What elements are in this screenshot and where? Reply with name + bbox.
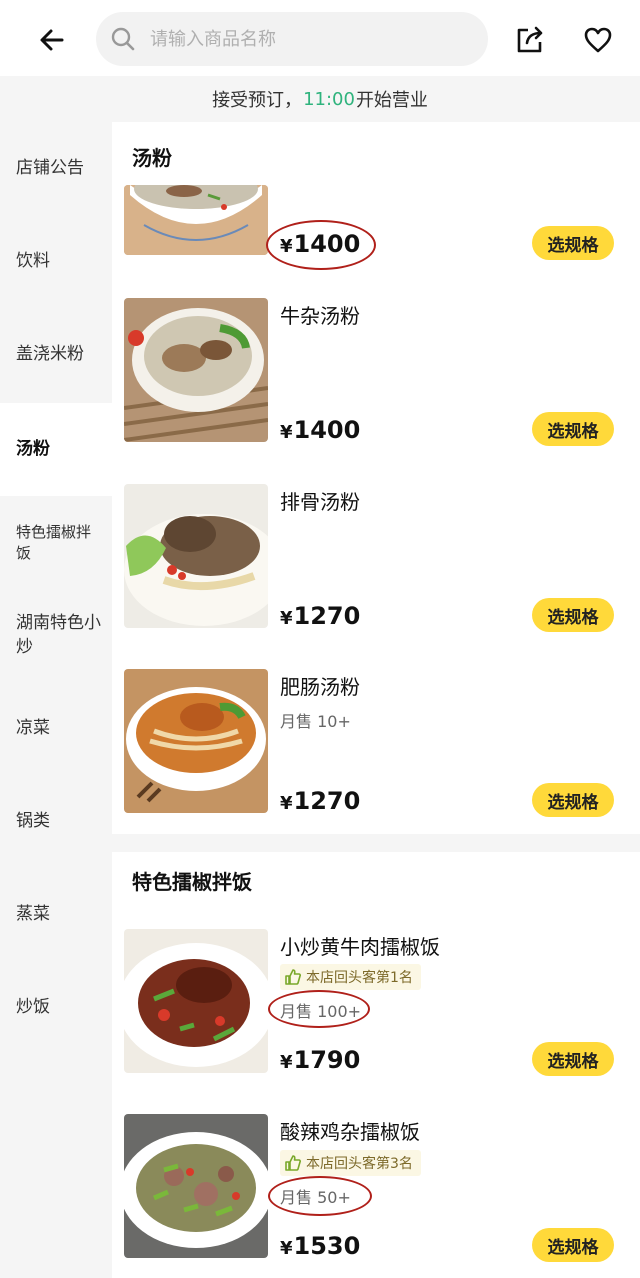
top-bar bbox=[0, 0, 640, 76]
notice-prefix: 接受预订， bbox=[212, 90, 303, 111]
sidebar-item-soup-noodles[interactable]: 汤粉 bbox=[0, 403, 112, 496]
sidebar-item-rice-noodle-topping[interactable]: 盖浇米粉 bbox=[0, 308, 112, 401]
search-bar[interactable] bbox=[96, 12, 488, 66]
sidebar-item-label: 凉菜 bbox=[16, 717, 50, 738]
category-sidebar: 店铺公告 饮料 盖浇米粉 汤粉 特色擂椒拌饭 湖南特色小炒 凉菜 锅类 蒸菜 炒… bbox=[0, 122, 112, 1278]
repeat-customer-badge: 本店回头客第1名 bbox=[280, 964, 421, 990]
sidebar-item-label: 炒饭 bbox=[16, 996, 50, 1017]
sidebar-item-steamed-dishes[interactable]: 蒸菜 bbox=[0, 868, 112, 961]
sidebar-item-announcement[interactable]: 店铺公告 bbox=[0, 122, 112, 215]
back-button[interactable] bbox=[30, 18, 74, 62]
sidebar-item-pepper-rice[interactable]: 特色擂椒拌饭 bbox=[0, 496, 112, 589]
business-hours-notice: 接受预订， 11:00 开始营业 bbox=[0, 76, 640, 122]
select-spec-button[interactable]: 选规格 bbox=[532, 1042, 614, 1076]
dish-price: ¥1530 bbox=[280, 1232, 361, 1260]
sidebar-item-drinks[interactable]: 饮料 bbox=[0, 215, 112, 308]
dish-image[interactable] bbox=[124, 929, 268, 1073]
dish-price: ¥1270 bbox=[280, 602, 361, 630]
dish-price: ¥1400 bbox=[280, 230, 361, 258]
monthly-sales: 月售 50+ bbox=[280, 1188, 351, 1207]
dish-image[interactable] bbox=[124, 484, 268, 628]
section-title: 汤粉 bbox=[132, 146, 172, 170]
badge-label: 本店回头客第1名 bbox=[306, 970, 413, 986]
dish-price: ¥1790 bbox=[280, 1046, 361, 1074]
favorite-button[interactable] bbox=[576, 18, 620, 62]
sidebar-item-label: 店铺公告 bbox=[16, 157, 84, 178]
sidebar-item-label: 蒸菜 bbox=[16, 903, 50, 924]
notice-suffix: 开始营业 bbox=[355, 90, 428, 111]
select-spec-button[interactable]: 选规格 bbox=[532, 783, 614, 817]
sidebar-item-label: 湖南特色小炒 bbox=[16, 612, 101, 657]
notice-time: 11:00 bbox=[303, 88, 355, 110]
sidebar-item-label: 盖浇米粉 bbox=[16, 343, 84, 364]
sidebar-item-hunan-stir-fry[interactable]: 湖南特色小炒 bbox=[0, 589, 112, 682]
section-title: 特色擂椒拌饭 bbox=[132, 870, 252, 894]
select-spec-button[interactable]: 选规格 bbox=[532, 412, 614, 446]
sidebar-item-label: 特色擂椒拌饭 bbox=[16, 522, 92, 562]
dish-price: ¥1270 bbox=[280, 787, 361, 815]
share-button[interactable] bbox=[508, 18, 552, 62]
sidebar-item-label: 汤粉 bbox=[16, 438, 50, 459]
dish-price: ¥1400 bbox=[280, 416, 361, 444]
badge-label: 本店回头客第3名 bbox=[306, 1156, 413, 1172]
select-spec-button[interactable]: 选规格 bbox=[532, 226, 614, 260]
sidebar-item-label: 饮料 bbox=[16, 250, 50, 271]
thumbs-up-icon bbox=[285, 1155, 301, 1171]
dish-name: 排骨汤粉 bbox=[280, 490, 360, 514]
dish-name: 酸辣鸡杂擂椒饭 bbox=[280, 1120, 420, 1144]
menu-content: 汤粉 ¥1400 选规格 牛杂汤粉 ¥1400 选规格 排骨汤粉 ¥1270 选… bbox=[112, 122, 640, 1278]
dish-image[interactable] bbox=[124, 298, 268, 442]
share-icon bbox=[517, 26, 543, 53]
sidebar-item-label: 锅类 bbox=[16, 810, 50, 831]
monthly-sales: 月售 10+ bbox=[280, 712, 351, 731]
search-input[interactable] bbox=[150, 28, 450, 50]
repeat-customer-badge: 本店回头客第3名 bbox=[280, 1150, 421, 1176]
dish-image[interactable] bbox=[124, 1114, 268, 1258]
sidebar-item-hot-pots[interactable]: 锅类 bbox=[0, 775, 112, 868]
monthly-sales: 月售 100+ bbox=[280, 1002, 362, 1021]
select-spec-button[interactable]: 选规格 bbox=[532, 1228, 614, 1262]
search-icon bbox=[111, 27, 135, 51]
dish-image[interactable] bbox=[124, 669, 268, 813]
dish-name: 牛杂汤粉 bbox=[280, 304, 360, 328]
section-divider bbox=[112, 834, 640, 852]
heart-icon bbox=[584, 27, 612, 53]
sidebar-item-cold-dishes[interactable]: 凉菜 bbox=[0, 682, 112, 775]
dish-name: 小炒黄牛肉擂椒饭 bbox=[280, 935, 440, 959]
select-spec-button[interactable]: 选规格 bbox=[532, 598, 614, 632]
arrow-left-icon bbox=[40, 29, 64, 51]
sidebar-item-fried-rice[interactable]: 炒饭 bbox=[0, 961, 112, 1054]
dish-image[interactable] bbox=[124, 185, 268, 255]
thumbs-up-icon bbox=[285, 969, 301, 985]
dish-name: 肥肠汤粉 bbox=[280, 675, 360, 699]
